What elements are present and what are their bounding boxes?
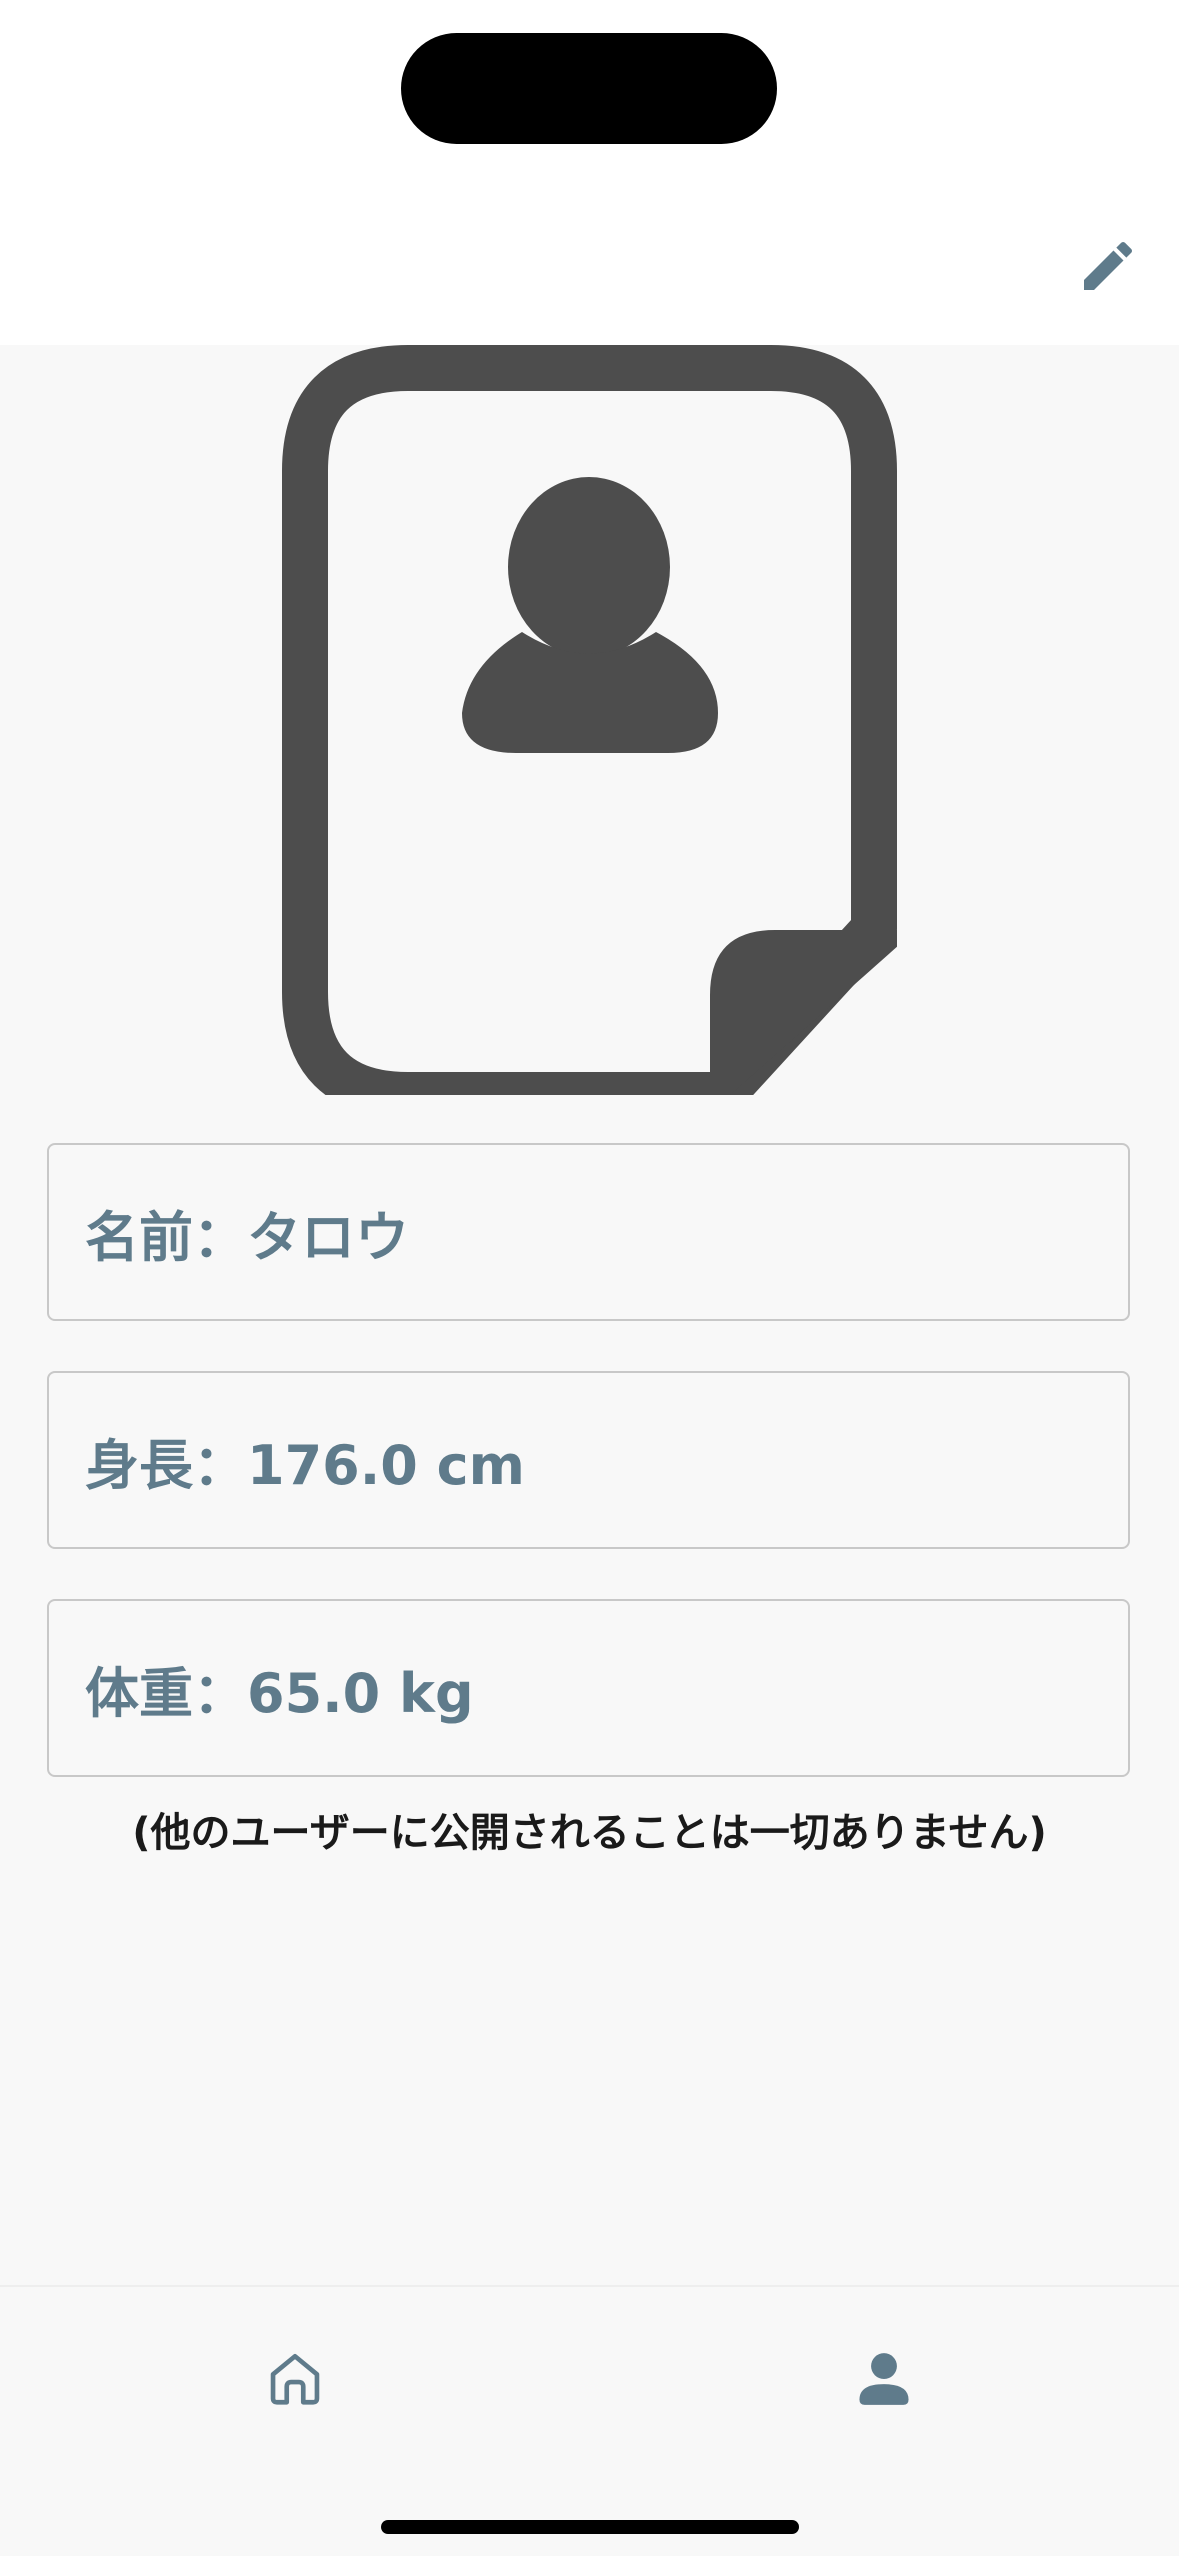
- tab-profile[interactable]: [834, 2329, 934, 2429]
- pencil-icon: [1084, 241, 1133, 290]
- person-icon: [859, 2353, 909, 2405]
- name-card: 名前：タロウ: [47, 1143, 1130, 1321]
- home-icon: [270, 2353, 320, 2405]
- name-value: 名前：タロウ: [85, 1205, 409, 1269]
- profile-content: 名前：タロウ 身長：176.0 cm 体重：65.0 kg (他のユーザーに公開…: [0, 345, 1179, 2285]
- weight-card: 体重：65.0 kg: [47, 1599, 1130, 1777]
- header: [0, 0, 1179, 345]
- privacy-note: (他のユーザーに公開されることは一切ありません): [132, 1810, 1047, 1856]
- height-card: 身長：176.0 cm: [47, 1371, 1130, 1549]
- dynamic-island: [401, 33, 777, 144]
- edit-button[interactable]: [1066, 224, 1150, 308]
- height-value: 身長：176.0 cm: [85, 1433, 525, 1497]
- contact-file-icon: [282, 345, 897, 1095]
- home-indicator: [381, 2520, 799, 2534]
- weight-value: 体重：65.0 kg: [85, 1661, 474, 1725]
- tab-home[interactable]: [245, 2329, 345, 2429]
- tab-bar: [0, 2285, 1179, 2556]
